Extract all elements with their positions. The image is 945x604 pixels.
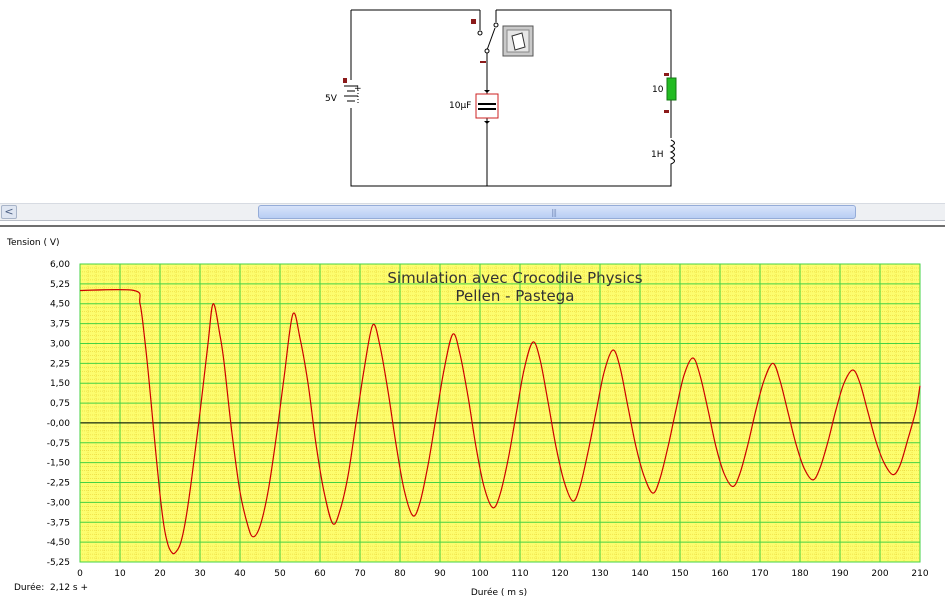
battery-plus-sign: + bbox=[354, 84, 362, 94]
x-tick-label: 120 bbox=[551, 569, 568, 579]
x-axis-title: Durée ( m s) bbox=[471, 587, 527, 598]
x-tick-label: 180 bbox=[791, 569, 808, 579]
x-tick-label: 190 bbox=[831, 569, 848, 579]
scrollbar-thumb[interactable]: ||| bbox=[258, 205, 856, 219]
y-tick-label: -2,25 bbox=[47, 479, 70, 489]
duration-status-label: Durée: bbox=[14, 583, 45, 593]
chart-subtitle: Pellen - Pastega bbox=[456, 287, 575, 305]
duration-status-value: 2,12 s + bbox=[50, 583, 88, 593]
x-tick-label: 160 bbox=[711, 569, 728, 579]
y-tick-label: -0,00 bbox=[47, 419, 71, 429]
voltage-chart: Tension ( V) 0 10 20 30 40 50 60 70 80 90 100 110 12… bbox=[6, 238, 929, 598]
y-tick-label: -1,50 bbox=[47, 459, 71, 469]
battery-label: 5V bbox=[325, 94, 338, 104]
y-tick-label: -0,75 bbox=[47, 439, 70, 449]
x-tick-label: 170 bbox=[751, 569, 768, 579]
resistor bbox=[664, 73, 677, 113]
y-tick-label: -3,75 bbox=[47, 518, 70, 528]
inductor-label: 1H bbox=[651, 150, 664, 160]
y-tick-label: 3,75 bbox=[50, 320, 70, 330]
x-tick-label: 90 bbox=[434, 569, 446, 579]
y-tick-label: 0,75 bbox=[50, 399, 70, 409]
x-tick-label: 200 bbox=[871, 569, 888, 579]
x-tick-label: 150 bbox=[671, 569, 688, 579]
y-axis-title: Tension ( V) bbox=[6, 238, 60, 248]
x-tick-label: 20 bbox=[154, 569, 166, 579]
chart-title: Simulation avec Crocodile Physics bbox=[387, 269, 642, 287]
x-tick-label: 70 bbox=[354, 569, 366, 579]
x-tick-label: 0 bbox=[77, 569, 83, 579]
y-tick-label: 6,00 bbox=[50, 260, 70, 270]
capacitor-label: 10µF bbox=[449, 101, 471, 111]
plot-area bbox=[80, 264, 920, 562]
y-tick-label: 5,25 bbox=[50, 280, 70, 290]
switch[interactable] bbox=[471, 19, 499, 63]
resistor-label: 10 bbox=[652, 85, 664, 95]
y-tick-label: -3,00 bbox=[47, 498, 71, 508]
y-tick-label: 3,00 bbox=[50, 339, 70, 349]
x-tick-label: 10 bbox=[114, 569, 126, 579]
scrollbar-grip: ||| bbox=[551, 208, 557, 217]
y-tick-label: 1,50 bbox=[50, 379, 70, 389]
x-tick-label: 130 bbox=[591, 569, 608, 579]
x-tick-label: 100 bbox=[471, 569, 488, 579]
horizontal-scrollbar[interactable]: < ||| bbox=[0, 203, 945, 221]
x-tick-label: 80 bbox=[394, 569, 406, 579]
x-tick-label: 110 bbox=[511, 569, 528, 579]
x-tick-label: 60 bbox=[314, 569, 326, 579]
x-tick-label: 40 bbox=[234, 569, 246, 579]
y-tick-label: -4,50 bbox=[47, 538, 71, 548]
y-tick-label: 2,25 bbox=[50, 359, 70, 369]
circuit-diagram: + 5V 10µF 10 1H bbox=[325, 9, 677, 187]
y-tick-label: -5,25 bbox=[47, 558, 70, 568]
inductor bbox=[665, 138, 677, 170]
scroll-left-button[interactable]: < bbox=[1, 205, 17, 219]
switch-icon[interactable] bbox=[502, 25, 534, 57]
y-tick-label: 4,50 bbox=[50, 300, 70, 310]
x-tick-label: 140 bbox=[631, 569, 648, 579]
x-tick-label: 210 bbox=[911, 569, 928, 579]
x-tick-label: 50 bbox=[274, 569, 286, 579]
x-tick-label: 30 bbox=[194, 569, 206, 579]
